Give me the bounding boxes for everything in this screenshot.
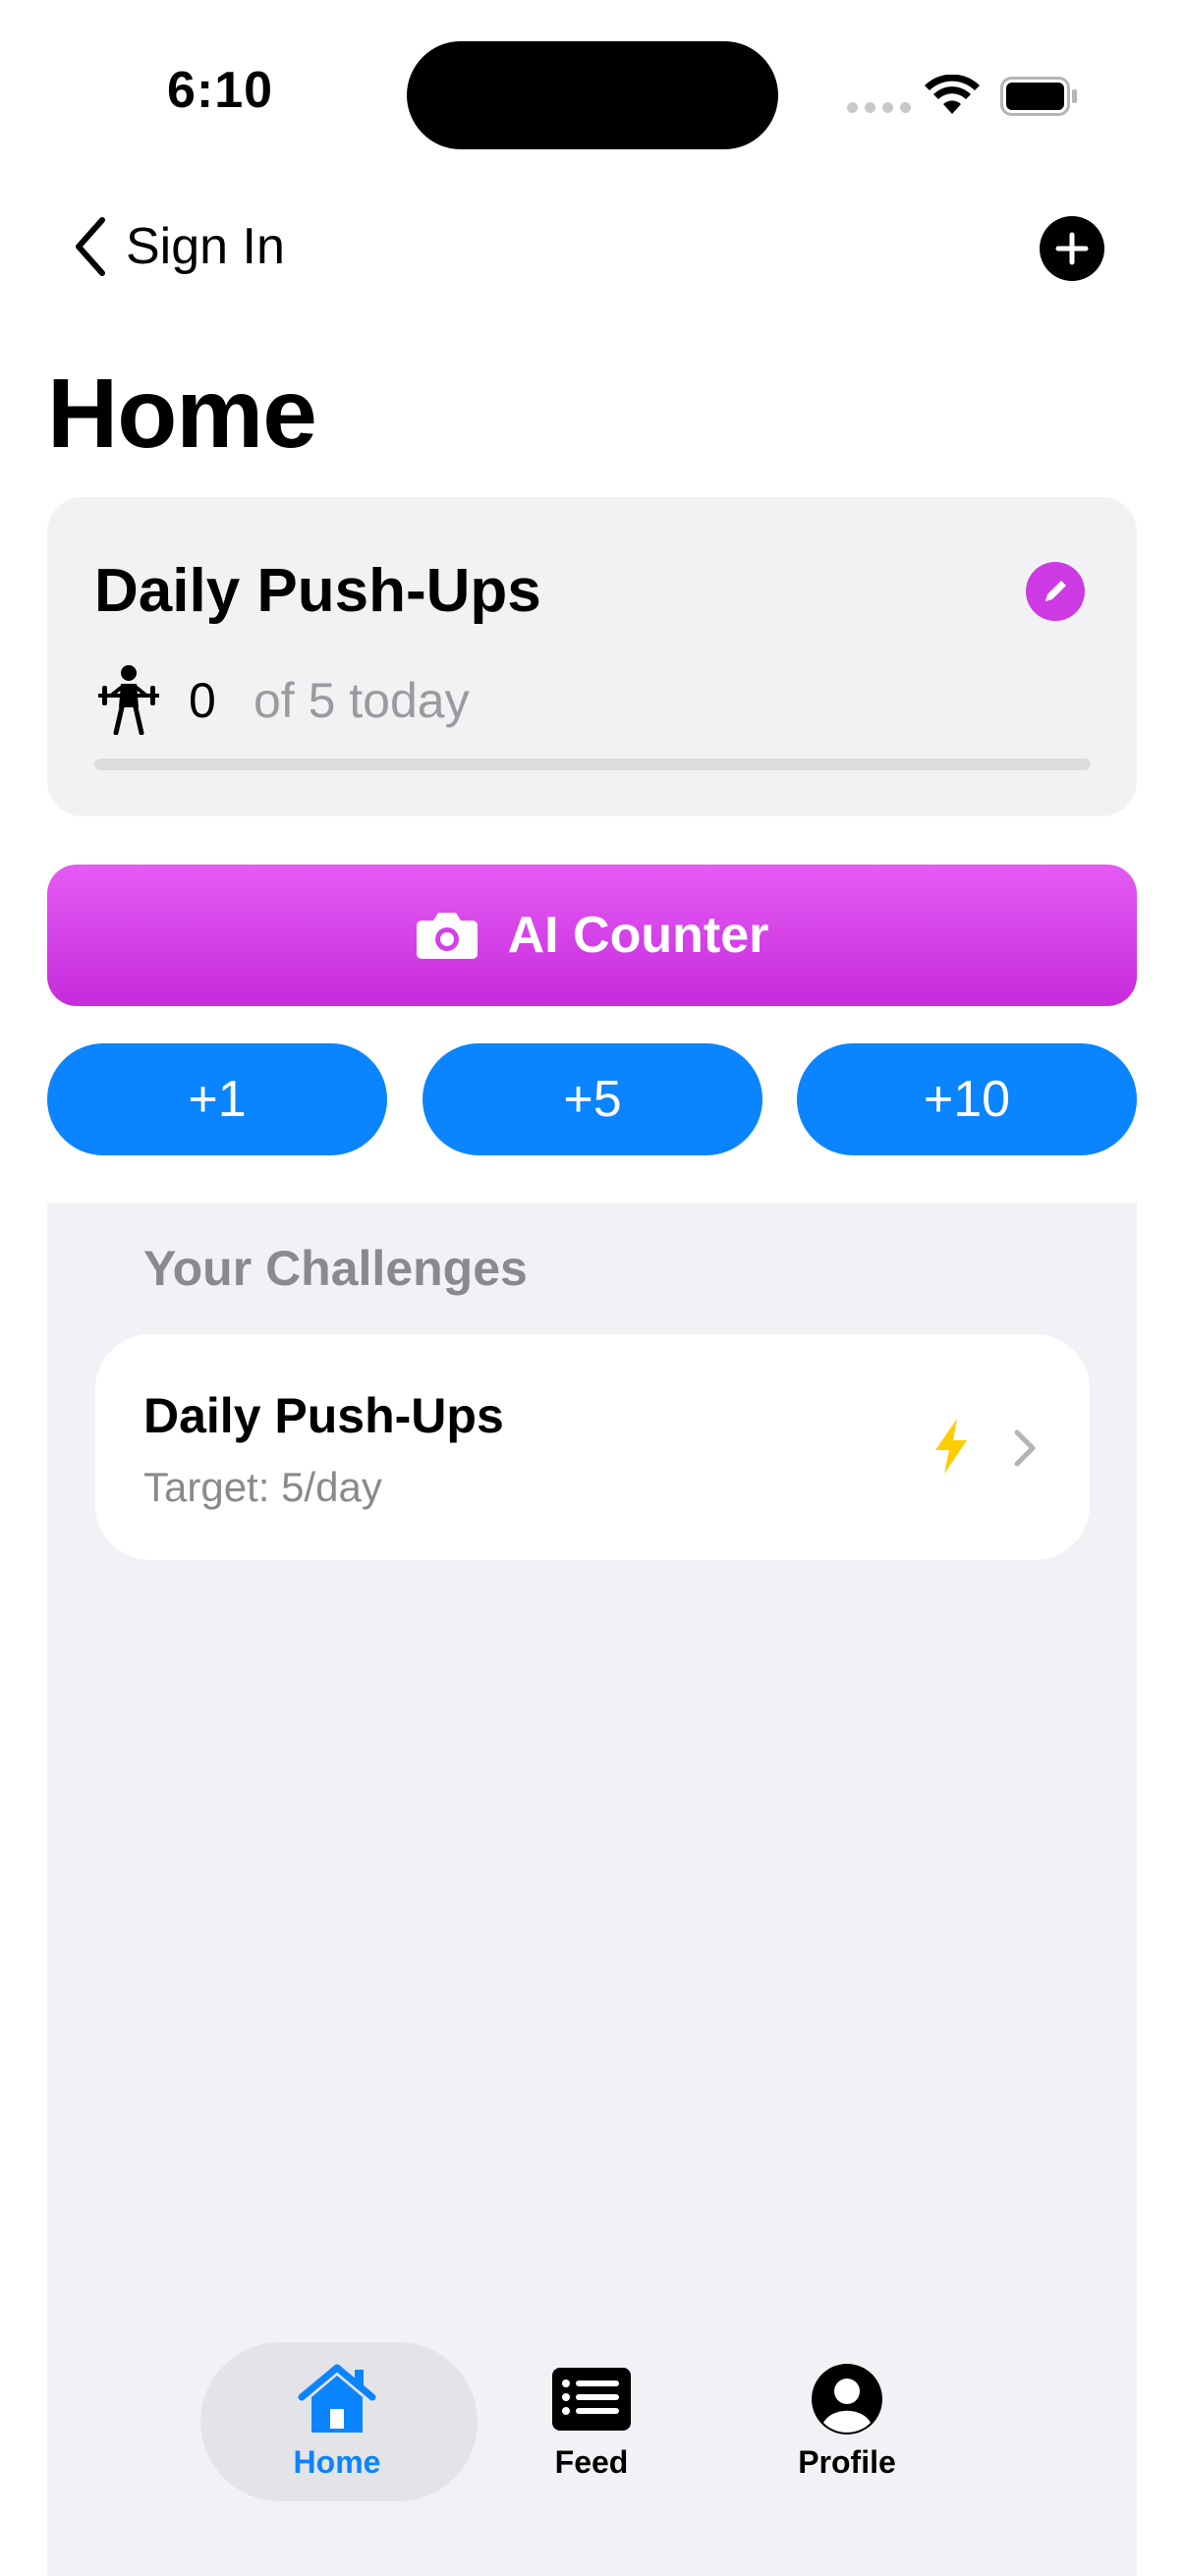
challenge-target: Target: 5/day bbox=[143, 1464, 382, 1510]
cellular-signal-icon bbox=[847, 102, 911, 113]
add-1-button[interactable]: +1 bbox=[47, 1043, 387, 1155]
tab-profile[interactable]: Profile bbox=[749, 2362, 945, 2481]
battery-icon bbox=[1000, 77, 1077, 116]
weightlifter-icon bbox=[98, 665, 159, 735]
chevron-left-icon bbox=[76, 217, 105, 276]
status-time: 6:10 bbox=[167, 62, 274, 119]
tab-profile-label: Profile bbox=[798, 2444, 896, 2480]
section-title: Your Challenges bbox=[143, 1241, 528, 1296]
progress-bar bbox=[94, 758, 1091, 770]
edit-button[interactable] bbox=[1026, 562, 1085, 621]
lightning-bolt-icon bbox=[935, 1419, 967, 1474]
chevron-right-icon bbox=[1014, 1429, 1036, 1467]
ai-counter-label: AI Counter bbox=[507, 907, 769, 964]
tab-feed[interactable]: Feed bbox=[493, 2362, 690, 2481]
back-button-label: Sign In bbox=[126, 218, 285, 275]
pencil-icon bbox=[1045, 581, 1066, 601]
add-challenge-button[interactable] bbox=[1040, 216, 1104, 281]
person-circle-icon bbox=[812, 2364, 882, 2435]
house-icon bbox=[298, 2364, 376, 2433]
add-5-button[interactable]: +5 bbox=[423, 1043, 762, 1155]
add-10-button[interactable]: +10 bbox=[797, 1043, 1137, 1155]
challenge-title: Daily Push-Ups bbox=[143, 1388, 504, 1443]
camera-icon bbox=[416, 913, 478, 959]
tab-feed-label: Feed bbox=[554, 2444, 629, 2480]
tab-home-label: Home bbox=[293, 2444, 381, 2480]
back-button[interactable]: Sign In bbox=[71, 216, 285, 277]
rep-target-text: of 5 today bbox=[254, 673, 470, 728]
plus-icon bbox=[1055, 232, 1089, 265]
card-title: Daily Push-Ups bbox=[94, 557, 541, 625]
dynamic-island bbox=[407, 41, 778, 149]
list-icon bbox=[552, 2368, 631, 2431]
tab-home[interactable]: Home bbox=[239, 2362, 435, 2481]
page-title: Home bbox=[47, 359, 317, 469]
ai-counter-button[interactable]: AI Counter bbox=[47, 865, 1137, 1006]
rep-count: 0 bbox=[189, 673, 216, 728]
wifi-icon bbox=[925, 75, 980, 114]
